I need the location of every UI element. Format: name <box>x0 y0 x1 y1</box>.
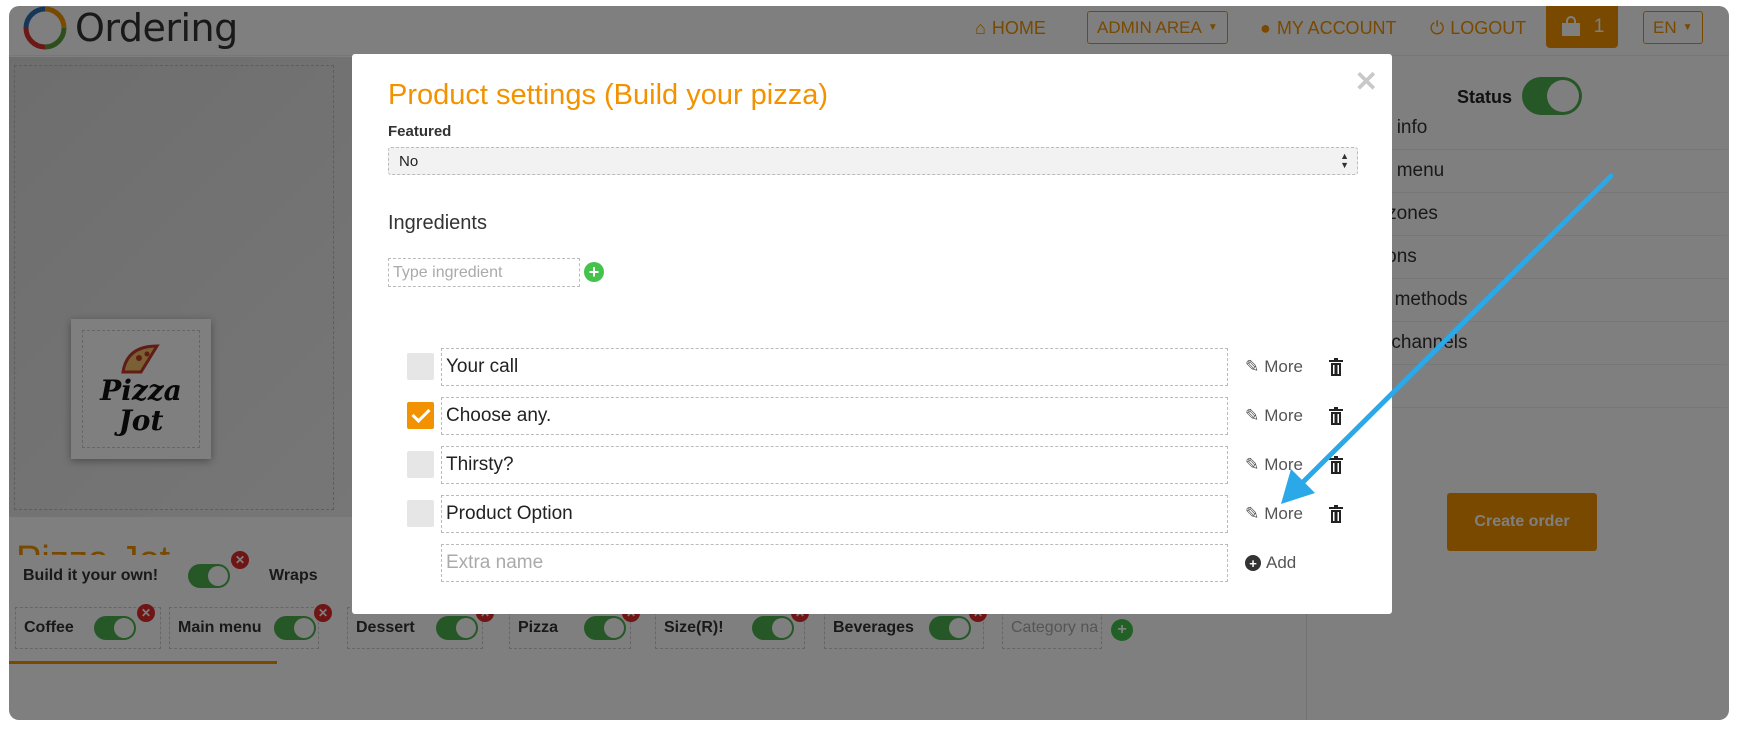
option-name-input[interactable]: Product Option <box>441 495 1228 533</box>
option-row: Your call ✎ More <box>407 348 1367 386</box>
trash-icon[interactable] <box>1329 358 1343 376</box>
ingredient-placeholder: Type ingredient <box>393 263 503 281</box>
add-ingredient-icon[interactable]: + <box>584 262 604 282</box>
trash-icon[interactable] <box>1329 407 1343 425</box>
option-more-button[interactable]: ✎ More <box>1245 455 1303 475</box>
option-row: Thirsty? ✎ More <box>407 446 1367 484</box>
modal-title: Product settings (Build your pizza) <box>388 79 829 111</box>
product-settings-modal: ✕ Product settings (Build your pizza) Fe… <box>352 54 1392 614</box>
featured-label: Featured <box>388 123 452 140</box>
edit-icon: ✎ <box>1245 504 1260 523</box>
new-option-row: Extra name + Add <box>407 544 1367 582</box>
option-more-label: More <box>1264 455 1303 474</box>
featured-select[interactable]: No ▲ ▼ <box>388 147 1358 175</box>
trash-icon[interactable] <box>1329 505 1343 523</box>
option-more-label: More <box>1264 406 1303 425</box>
option-more-button[interactable]: ✎ More <box>1245 406 1303 426</box>
option-checkbox[interactable] <box>407 353 434 380</box>
option-name: Choose any. <box>446 405 552 426</box>
option-checkbox[interactable] <box>407 500 434 527</box>
option-checkbox[interactable] <box>407 451 434 478</box>
option-more-button[interactable]: ✎ More <box>1245 504 1303 524</box>
edit-icon: ✎ <box>1245 357 1260 376</box>
trash-icon[interactable] <box>1329 456 1343 474</box>
add-option-label: Add <box>1266 553 1297 572</box>
option-row: Product Option ✎ More <box>407 495 1367 533</box>
extra-name-input[interactable]: Extra name <box>441 544 1228 582</box>
option-checkbox[interactable] <box>407 402 434 429</box>
option-more-button[interactable]: ✎ More <box>1245 357 1303 377</box>
option-row: Choose any. ✎ More <box>407 397 1367 435</box>
featured-select-value: No <box>399 152 419 170</box>
close-icon[interactable]: ✕ <box>1355 68 1378 96</box>
option-name-input[interactable]: Thirsty? <box>441 446 1228 484</box>
option-name: Your call <box>446 356 519 377</box>
option-name: Product Option <box>446 503 573 524</box>
ingredient-input[interactable]: Type ingredient <box>388 258 580 287</box>
extra-name-placeholder: Extra name <box>446 552 544 573</box>
plus-circle-icon: + <box>1245 555 1261 571</box>
edit-icon: ✎ <box>1245 406 1260 425</box>
ingredients-heading: Ingredients <box>388 212 487 234</box>
select-arrows-icon: ▲ ▼ <box>1340 151 1349 170</box>
option-more-label: More <box>1264 504 1303 523</box>
add-option-button[interactable]: + Add <box>1245 553 1296 573</box>
app-window: Ordering ⌂ HOME ADMIN AREA ▼ ● MY ACCOUN… <box>9 6 1729 720</box>
option-more-label: More <box>1264 357 1303 376</box>
option-name-input[interactable]: Choose any. <box>441 397 1228 435</box>
edit-icon: ✎ <box>1245 455 1260 474</box>
option-name: Thirsty? <box>446 454 514 475</box>
option-name-input[interactable]: Your call <box>441 348 1228 386</box>
